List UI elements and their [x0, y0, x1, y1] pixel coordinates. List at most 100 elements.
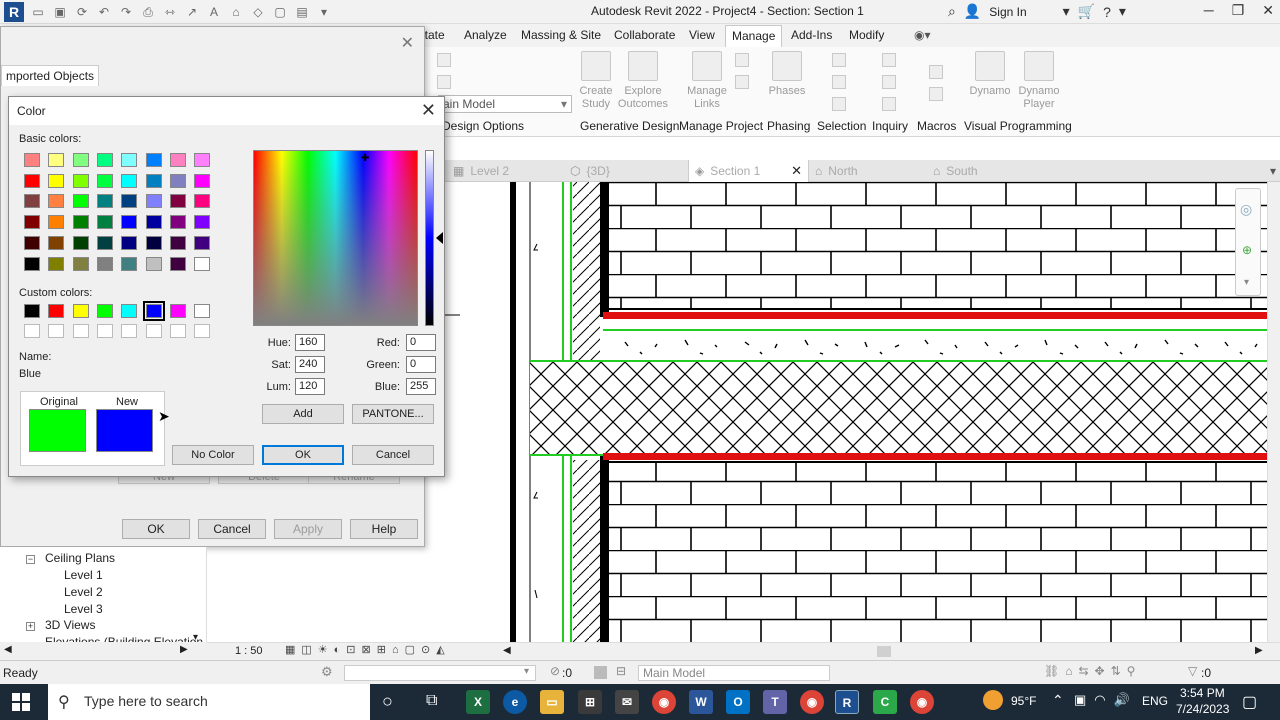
explore-outcomes-button[interactable]: Explore Outcomes [615, 51, 671, 111]
binoculars-icon[interactable]: ⌕ [948, 3, 956, 20]
manage-small-icon-1[interactable] [735, 53, 749, 67]
basic-color-swatch[interactable] [24, 173, 40, 188]
chevron-down-icon[interactable]: ▾ [524, 666, 529, 677]
basic-color-swatch[interactable] [145, 194, 162, 209]
sync-icon[interactable]: ⟳ [74, 4, 90, 20]
customize-qat-icon[interactable]: ▾ [316, 4, 332, 20]
inquiry-icon-2[interactable] [882, 75, 896, 89]
panel-phasing[interactable]: Phasing [767, 119, 810, 133]
restore-icon[interactable]: ❐ [1232, 2, 1245, 19]
chevron-down-icon[interactable]: ▾ [1063, 3, 1070, 20]
custom-color-swatch[interactable] [142, 301, 165, 321]
tab-imported-objects[interactable]: mported Objects [1, 65, 100, 86]
sat-input[interactable]: 240 [295, 356, 325, 373]
color-spectrum[interactable] [253, 150, 418, 326]
cancel-button[interactable]: Cancel [352, 445, 434, 465]
camtasia-icon[interactable]: C [873, 690, 897, 714]
panel-generative-design[interactable]: Generative Design [580, 119, 679, 133]
pantone-button[interactable]: PANTONE... [352, 404, 434, 424]
inquiry-icon-1[interactable] [882, 53, 896, 67]
luminance-arrow-icon[interactable] [436, 232, 443, 244]
chrome-profile-icon[interactable]: ◉ [800, 690, 824, 714]
cortana-icon[interactable]: ○ [382, 691, 393, 712]
panel-selection[interactable]: Selection [817, 119, 866, 133]
tray-icons[interactable]: ▣◠🔊 [1074, 692, 1138, 708]
luminance-slider[interactable] [425, 150, 434, 326]
tab-massing-site[interactable]: Massing & Site [521, 28, 601, 42]
view-tab-3d[interactable]: ⬡ {3D} [570, 160, 680, 182]
basic-color-swatch[interactable] [48, 256, 65, 271]
dynamo-button[interactable]: Dynamo [962, 51, 1018, 98]
excel-icon[interactable]: X [466, 690, 490, 714]
basic-color-swatch[interactable] [24, 256, 40, 271]
zoom-icon[interactable]: ⊕ [1242, 243, 1252, 257]
custom-color-swatch[interactable] [145, 324, 162, 338]
custom-color-swatch[interactable] [72, 324, 89, 338]
help-dropdown-icon[interactable]: ▾ [1119, 3, 1126, 20]
weather-temp[interactable]: 95°F [1011, 694, 1036, 708]
tab-modify[interactable]: Modify [849, 28, 884, 42]
save-icon[interactable]: ▣ [52, 4, 68, 20]
cancel-button[interactable]: Cancel [198, 519, 266, 539]
basic-color-swatch[interactable] [169, 194, 186, 209]
clock-date[interactable]: 7/24/2023 [1176, 702, 1229, 716]
word-icon[interactable]: W [689, 690, 713, 714]
basic-color-swatch[interactable] [145, 256, 162, 271]
option-icon-2[interactable] [437, 75, 451, 89]
close-icon[interactable]: ✕ [1262, 2, 1274, 19]
add-color-button[interactable]: Add [262, 404, 344, 424]
scroll-right-icon[interactable]: ▶ [180, 644, 188, 655]
basic-color-swatch[interactable] [96, 194, 113, 209]
browser-item-ceiling-plans[interactable]: Ceiling Plans [45, 551, 115, 565]
basic-color-swatch[interactable] [169, 215, 186, 230]
custom-color-swatch[interactable] [194, 304, 211, 318]
redo-icon[interactable]: ↷ [118, 4, 134, 20]
basic-color-swatch[interactable] [169, 256, 186, 271]
print-icon[interactable]: ⎙ [140, 4, 156, 20]
view-tab-level-2[interactable]: ▦ Level 2 [453, 160, 563, 182]
panel-manage-project[interactable]: Manage Project [679, 119, 763, 133]
no-color-button[interactable]: No Color [172, 445, 254, 465]
inquiry-icon-3[interactable] [882, 97, 896, 111]
basic-color-swatch[interactable] [72, 235, 89, 250]
windows-start-icon[interactable] [12, 693, 30, 711]
basic-color-swatch[interactable] [24, 235, 40, 250]
scroll-left-icon[interactable]: ◀ [503, 645, 511, 656]
custom-color-swatch[interactable] [24, 304, 40, 318]
weather-icon[interactable] [983, 690, 1003, 710]
language-indicator[interactable]: ENG [1142, 694, 1168, 708]
steering-wheel-icon[interactable]: ◎ [1240, 201, 1252, 218]
basic-color-swatch[interactable] [121, 194, 138, 209]
custom-color-swatch[interactable] [48, 304, 65, 318]
custom-color-swatch[interactable] [96, 324, 113, 338]
notifications-icon[interactable]: ▢ [1242, 692, 1257, 712]
vertical-scrollbar[interactable] [1267, 182, 1280, 642]
sign-in-link[interactable]: Sign In [989, 5, 1026, 19]
basic-color-swatch[interactable] [194, 194, 211, 209]
browser-item-level-2[interactable]: Level 2 [64, 585, 103, 599]
basic-color-swatch[interactable] [72, 194, 89, 209]
selection-filter-icons[interactable]: ⛓⌂⇆✥⇅⚲ [1044, 664, 1141, 678]
basic-color-swatch[interactable] [72, 173, 89, 188]
filter-icon[interactable]: ▽ [1188, 664, 1197, 678]
basic-color-swatch[interactable] [145, 173, 162, 188]
view-tab-north[interactable]: ⌂ North [815, 160, 925, 182]
task-view-icon[interactable]: ⧉ [426, 692, 437, 710]
close-hidden-icon[interactable]: ▢ [272, 4, 288, 20]
dynamo-player-button[interactable]: Dynamo Player [1011, 51, 1067, 111]
basic-color-swatch[interactable] [96, 235, 113, 250]
basic-color-swatch[interactable] [121, 153, 138, 167]
manage-links-button[interactable]: Manage Links [679, 51, 735, 111]
chrome-icon[interactable]: ◉ [652, 690, 676, 714]
basic-color-swatch[interactable] [169, 173, 186, 188]
tab-manage[interactable]: Manage [725, 25, 783, 47]
basic-color-swatch[interactable] [72, 256, 89, 271]
basic-color-swatch[interactable] [194, 235, 211, 250]
browser-item-elevations[interactable]: Elevations (Building Elevation [45, 635, 203, 642]
basic-color-swatch[interactable] [169, 153, 186, 167]
custom-color-swatch[interactable] [169, 304, 186, 318]
basic-color-swatch[interactable] [72, 153, 89, 167]
macro-security-icon[interactable] [929, 87, 943, 101]
basic-color-swatch[interactable] [24, 215, 40, 230]
selection-icon-3[interactable] [832, 97, 846, 111]
